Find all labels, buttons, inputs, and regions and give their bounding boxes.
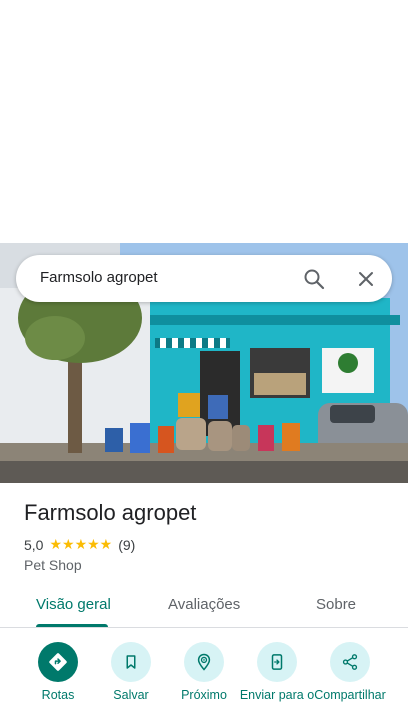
tabs-divider bbox=[0, 627, 408, 628]
directions-button[interactable]: Rotas bbox=[18, 642, 98, 702]
star-rating-icon: ★★★★★ bbox=[49, 536, 113, 552]
nearby-label: Próximo bbox=[181, 688, 227, 702]
place-title: Farmsolo agropet bbox=[24, 500, 197, 525]
tab-overview[interactable]: Visão geral bbox=[36, 596, 111, 613]
send-to-phone-icon bbox=[257, 642, 297, 682]
close-icon[interactable] bbox=[354, 267, 378, 291]
directions-label: Rotas bbox=[41, 688, 75, 702]
share-label: Compartilhar bbox=[314, 688, 386, 702]
search-input[interactable]: Farmsolo agropet bbox=[40, 269, 158, 286]
nearby-button[interactable]: Próximo bbox=[164, 642, 244, 702]
send-to-phone-button[interactable]: Enviar para o bbox=[237, 642, 317, 702]
tab-about[interactable]: Sobre bbox=[316, 596, 356, 613]
bookmark-icon bbox=[111, 642, 151, 682]
save-button[interactable]: Salvar bbox=[91, 642, 171, 702]
share-icon bbox=[330, 642, 370, 682]
save-label: Salvar bbox=[113, 688, 149, 702]
rating-row[interactable]: 5,0 ★★★★★ (9) bbox=[24, 536, 135, 553]
tab-reviews[interactable]: Avaliações bbox=[168, 596, 240, 613]
nearby-icon bbox=[184, 642, 224, 682]
reviews-count: (9) bbox=[118, 536, 136, 553]
map-area-blank bbox=[0, 0, 408, 243]
directions-icon bbox=[38, 642, 78, 682]
search-bar[interactable]: Farmsolo agropet bbox=[16, 255, 392, 302]
rating-value: 5,0 bbox=[24, 536, 44, 553]
send-to-phone-label: Enviar para o bbox=[239, 688, 315, 702]
place-category[interactable]: Pet Shop bbox=[24, 557, 82, 573]
share-button[interactable]: Compartilhar bbox=[310, 642, 390, 702]
search-icon[interactable] bbox=[302, 267, 326, 291]
